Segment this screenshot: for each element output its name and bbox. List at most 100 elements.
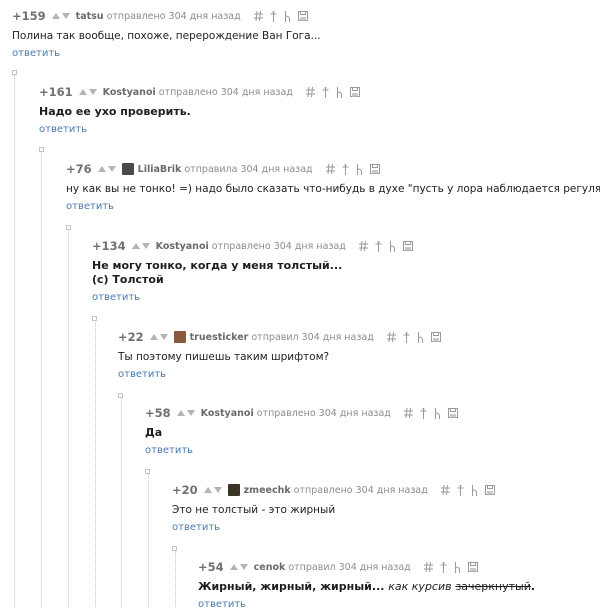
downvote-arrow-icon[interactable] — [88, 89, 97, 95]
collapse-toggle[interactable] — [118, 393, 123, 398]
collapse-toggle[interactable] — [172, 546, 177, 551]
upvote-arrow-icon[interactable] — [176, 410, 185, 416]
comment-body-end: . — [530, 580, 536, 593]
comment-author[interactable]: truesticker — [190, 332, 249, 343]
reply-link[interactable]: ответить — [118, 369, 441, 381]
collapse-toggle[interactable] — [39, 147, 44, 152]
upvote-arrow-icon[interactable] — [97, 166, 106, 172]
hash-icon[interactable] — [403, 408, 413, 418]
comment-header: +58 Kostyanoi отправлено 304 дня назад — [145, 405, 458, 421]
collapse-toggle[interactable] — [12, 70, 17, 75]
upvote-arrow-icon[interactable] — [149, 334, 158, 340]
comment-rating: +58 — [145, 406, 171, 420]
comment-header: +20 zmeechk отправлено 304 дня назад — [172, 482, 495, 498]
hash-icon[interactable] — [305, 87, 315, 97]
collapse-toggle[interactable] — [145, 469, 150, 474]
downvote-arrow-icon[interactable] — [213, 487, 222, 493]
comment-body: Жирный, жирный, жирный... как курсив зач… — [198, 580, 535, 594]
save-icon[interactable] — [467, 562, 478, 572]
thread-line — [14, 75, 15, 607]
comment-author[interactable]: LiliaBrik — [138, 164, 182, 175]
reply-link[interactable]: ответить — [92, 292, 413, 304]
collapse-toggle[interactable] — [66, 225, 71, 230]
comment-author[interactable]: Kostyanoi — [201, 408, 254, 419]
upvote-arrow-icon[interactable] — [78, 89, 87, 95]
reply-link[interactable]: ответить — [12, 48, 321, 60]
save-icon[interactable] — [297, 11, 308, 21]
avatar[interactable] — [173, 331, 186, 343]
hash-icon[interactable] — [325, 164, 335, 174]
hash-icon[interactable] — [386, 332, 396, 342]
thread-line — [175, 551, 176, 607]
comment-author[interactable]: Kostyanoi — [156, 241, 209, 252]
comment-body: Полина так вообще, похоже, перерождение … — [12, 30, 321, 42]
branch-icon[interactable] — [389, 240, 396, 252]
thread-line — [121, 398, 122, 607]
comment-rating: +54 — [198, 560, 224, 574]
avatar[interactable] — [121, 163, 134, 175]
reply-link[interactable]: ответить — [66, 201, 600, 213]
comment-body: Да — [145, 426, 163, 439]
pin-icon[interactable] — [457, 484, 464, 496]
comment-rating: +134 — [92, 239, 126, 253]
comment-actions — [247, 10, 308, 22]
branch-icon[interactable] — [471, 484, 478, 496]
upvote-arrow-icon[interactable] — [51, 13, 60, 19]
pin-icon[interactable] — [270, 10, 277, 22]
comment-actions — [417, 561, 478, 573]
comment-author[interactable]: Kostyanoi — [103, 87, 156, 98]
thread-line — [148, 474, 149, 607]
pin-icon[interactable] — [322, 86, 329, 98]
hash-icon[interactable] — [440, 485, 450, 495]
branch-icon[interactable] — [434, 407, 441, 419]
pin-icon[interactable] — [342, 163, 349, 175]
save-icon[interactable] — [430, 332, 441, 342]
upvote-arrow-icon[interactable] — [229, 564, 238, 570]
downvote-arrow-icon[interactable] — [186, 410, 195, 416]
reply-link[interactable]: ответить — [39, 124, 360, 136]
pin-icon[interactable] — [440, 561, 447, 573]
upvote-arrow-icon[interactable] — [203, 487, 212, 493]
reply-link[interactable]: ответить — [198, 599, 535, 611]
branch-icon[interactable] — [454, 561, 461, 573]
vote-controls — [97, 166, 118, 172]
thread-line — [68, 230, 69, 607]
reply-link[interactable]: ответить — [172, 522, 495, 534]
reply-link[interactable]: ответить — [145, 445, 458, 457]
branch-icon[interactable] — [284, 10, 291, 22]
vote-controls — [131, 243, 152, 249]
avatar[interactable] — [227, 484, 240, 496]
downvote-arrow-icon[interactable] — [239, 564, 248, 570]
comment: +58 Kostyanoi отправлено 304 дня назад Да от… — [145, 405, 458, 457]
collapse-toggle[interactable] — [92, 316, 97, 321]
comment-timestamp: отправлено 304 дня назад — [256, 407, 391, 419]
branch-icon[interactable] — [417, 331, 424, 343]
downvote-arrow-icon[interactable] — [107, 166, 116, 172]
comment-timestamp: отправлено 304 дня назад — [158, 86, 293, 98]
upvote-arrow-icon[interactable] — [131, 243, 140, 249]
comment-timestamp: отправил 304 дня назад — [288, 561, 411, 573]
comment: +161 Kostyanoi отправлено 304 дня назад Над… — [39, 84, 360, 136]
branch-icon[interactable] — [336, 86, 343, 98]
hash-icon[interactable] — [358, 241, 368, 251]
comment-author[interactable]: tatsu — [76, 11, 104, 22]
pin-icon[interactable] — [403, 331, 410, 343]
save-icon[interactable] — [484, 485, 495, 495]
branch-icon[interactable] — [356, 163, 363, 175]
comment-body: Не могу тонко, когда у меня толстый... (с… — [92, 259, 413, 287]
hash-icon[interactable] — [423, 562, 433, 572]
save-icon[interactable] — [447, 408, 458, 418]
pin-icon[interactable] — [420, 407, 427, 419]
downvote-arrow-icon[interactable] — [141, 243, 150, 249]
save-icon[interactable] — [369, 164, 380, 174]
comment-timestamp: отправила 304 дня назад — [184, 163, 313, 175]
downvote-arrow-icon[interactable] — [61, 13, 70, 19]
save-icon[interactable] — [402, 241, 413, 251]
hash-icon[interactable] — [253, 11, 263, 21]
comment: +159 tatsu отправлено 304 дня назад Полина … — [12, 8, 321, 60]
pin-icon[interactable] — [375, 240, 382, 252]
comment-author[interactable]: cenok — [254, 562, 286, 573]
downvote-arrow-icon[interactable] — [159, 334, 168, 340]
save-icon[interactable] — [349, 87, 360, 97]
comment-author[interactable]: zmeechk — [244, 485, 291, 496]
